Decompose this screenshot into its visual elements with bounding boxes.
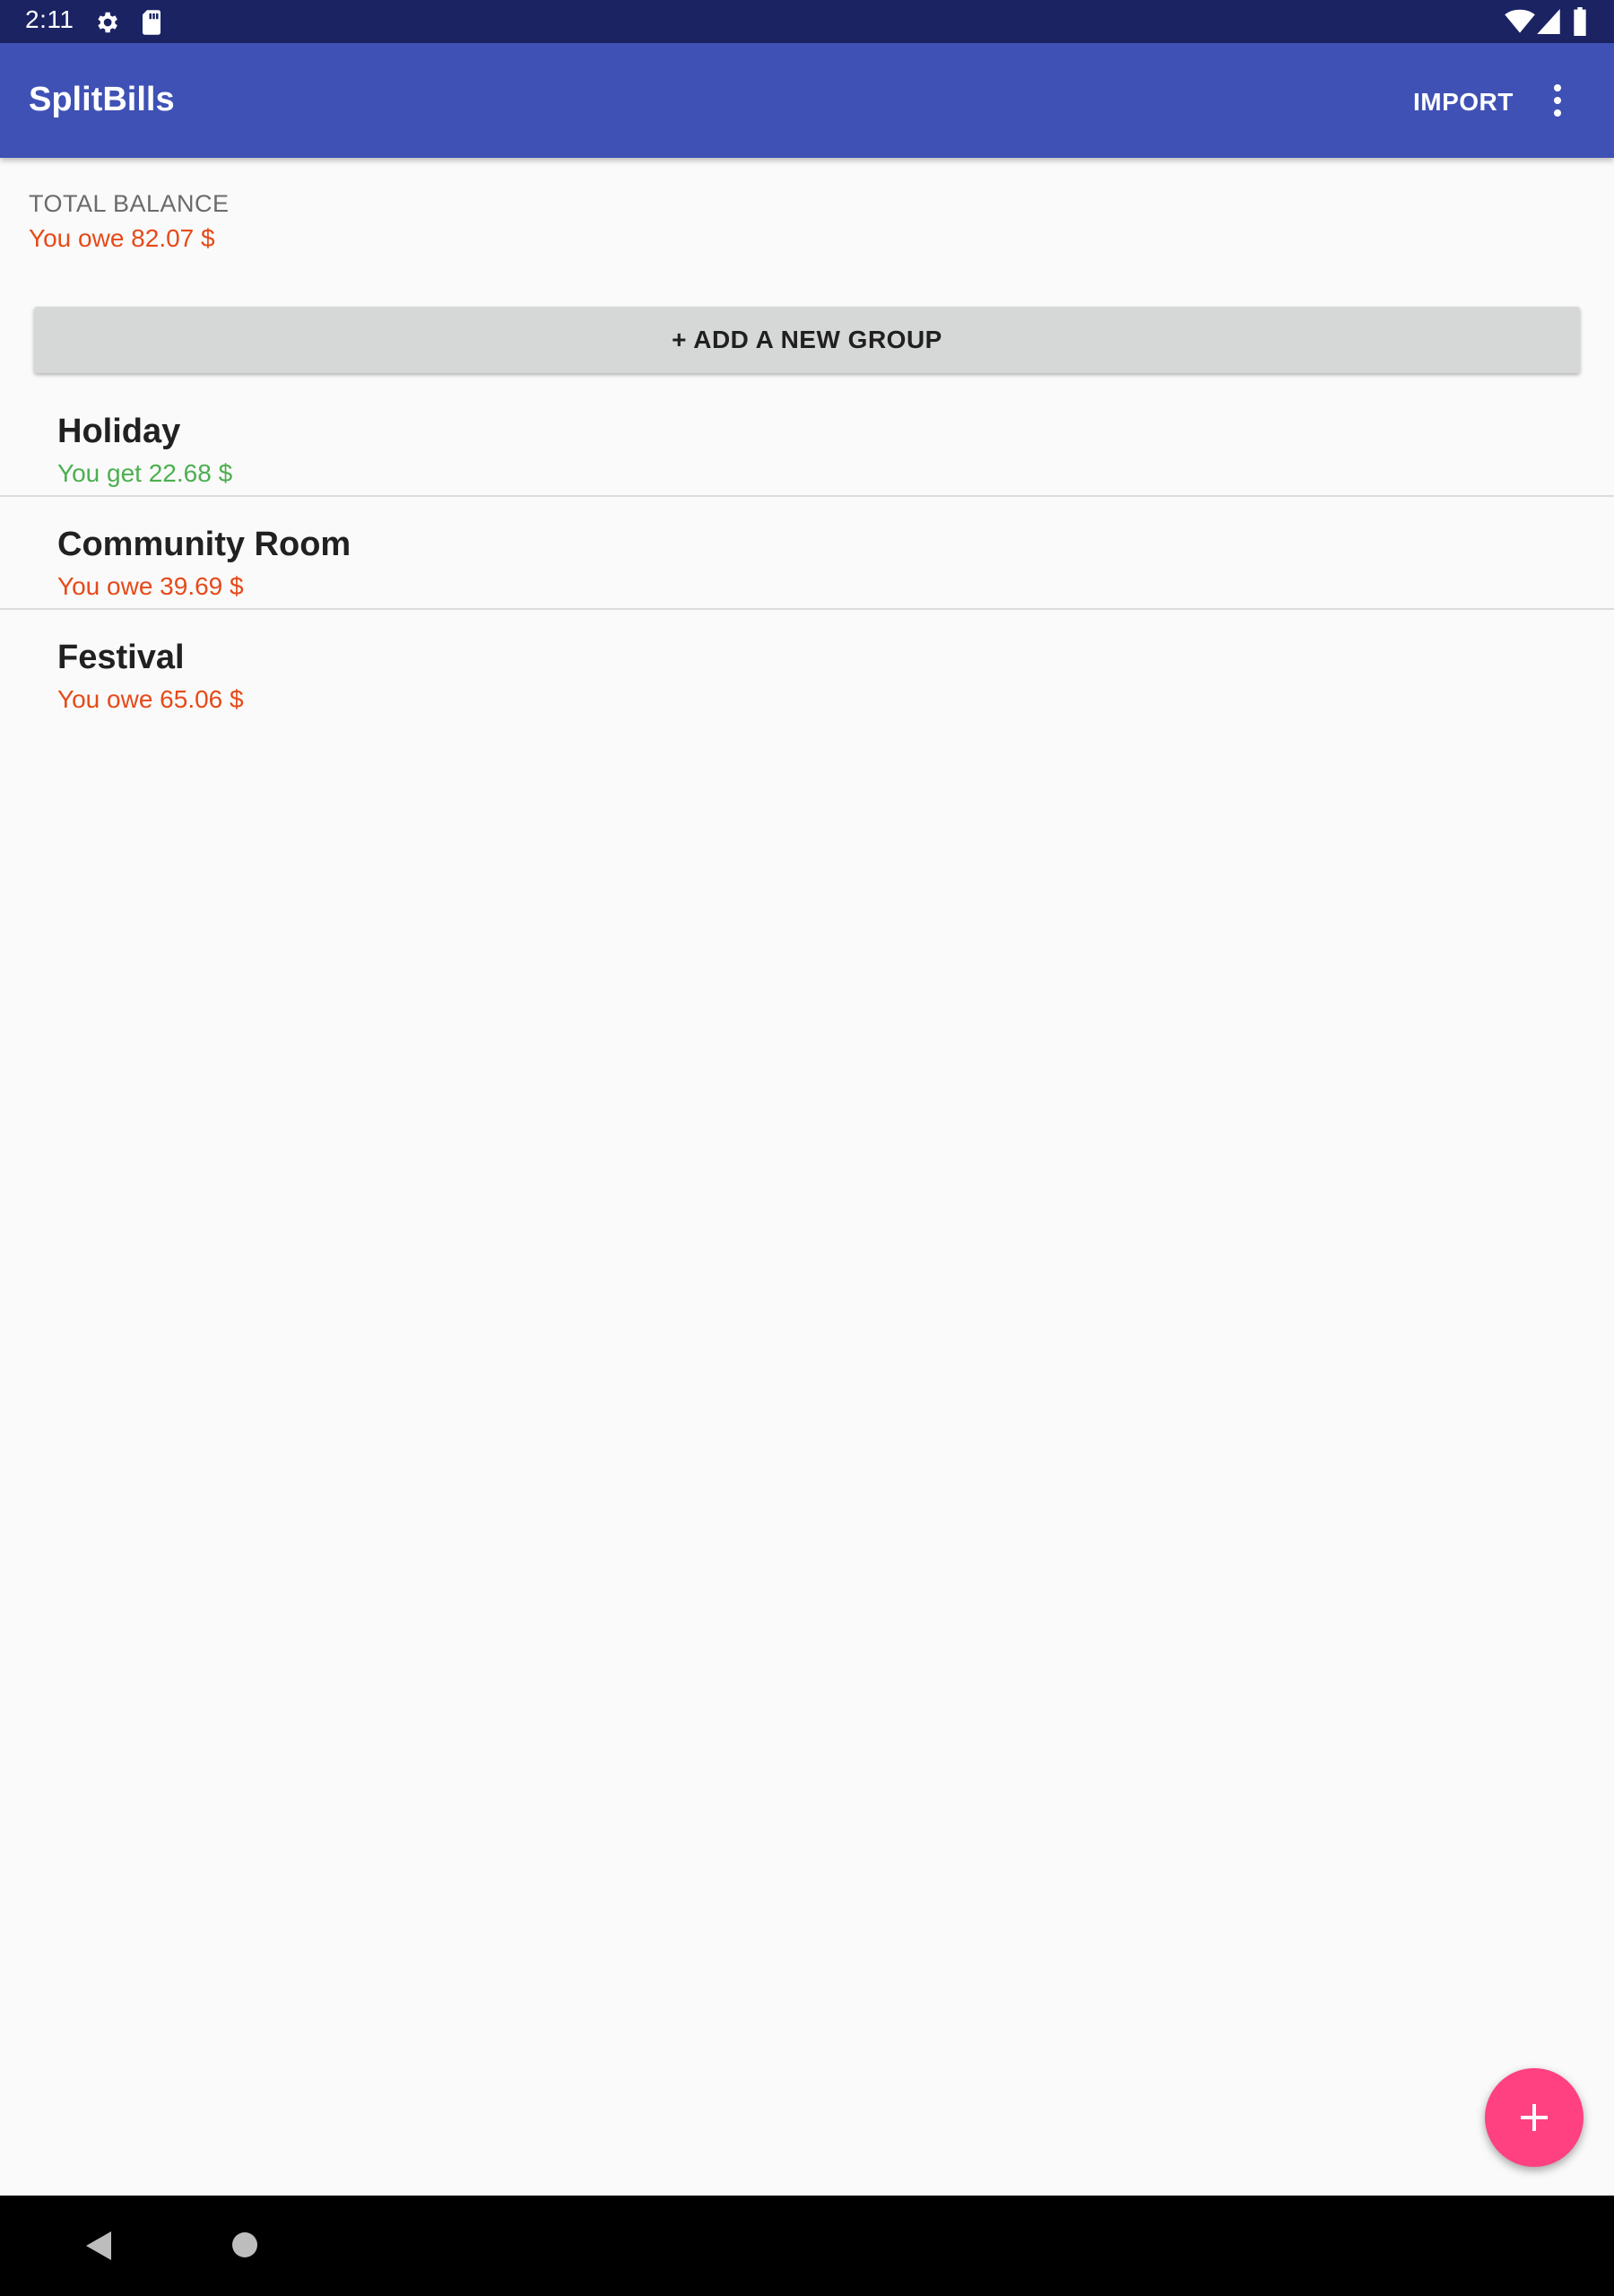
total-balance-label: TOTAL BALANCE: [29, 190, 230, 217]
group-item-festival[interactable]: Festival You owe 65.06 $: [0, 621, 1614, 734]
group-name: Community Room: [57, 526, 351, 563]
group-balance: You owe 39.69 $: [57, 572, 244, 600]
group-name: Holiday: [57, 413, 181, 450]
app-title: SplitBills: [29, 81, 175, 118]
sd-card-icon: [140, 9, 163, 40]
group-name: Festival: [57, 639, 185, 676]
back-icon[interactable]: [84, 2230, 113, 2266]
battery-icon: [1573, 7, 1587, 40]
add-new-group-button[interactable]: + ADD A NEW GROUP: [34, 307, 1580, 373]
list-divider: [0, 495, 1614, 497]
signal-icon: [1537, 9, 1560, 39]
import-button[interactable]: IMPORT: [1413, 88, 1514, 117]
total-balance-value: You owe 82.07 $: [29, 224, 215, 252]
add-fab-button[interactable]: [1485, 2068, 1584, 2167]
group-balance: You get 22.68 $: [57, 459, 233, 487]
navigation-bar: [0, 2196, 1614, 2296]
list-divider: [0, 608, 1614, 610]
group-item-community-room[interactable]: Community Room You owe 39.69 $: [0, 508, 1614, 621]
settings-icon: [93, 9, 120, 40]
plus-icon: [1521, 2104, 1548, 2131]
status-bar: 2:11: [0, 0, 1614, 43]
more-vert-icon[interactable]: [1544, 81, 1571, 120]
group-balance: You owe 65.06 $: [57, 685, 244, 713]
group-item-holiday[interactable]: Holiday You get 22.68 $: [0, 395, 1614, 508]
app-bar: SplitBills IMPORT: [0, 43, 1614, 158]
home-icon[interactable]: [231, 2231, 258, 2263]
status-time: 2:11: [25, 5, 74, 33]
wifi-icon: [1505, 9, 1535, 39]
